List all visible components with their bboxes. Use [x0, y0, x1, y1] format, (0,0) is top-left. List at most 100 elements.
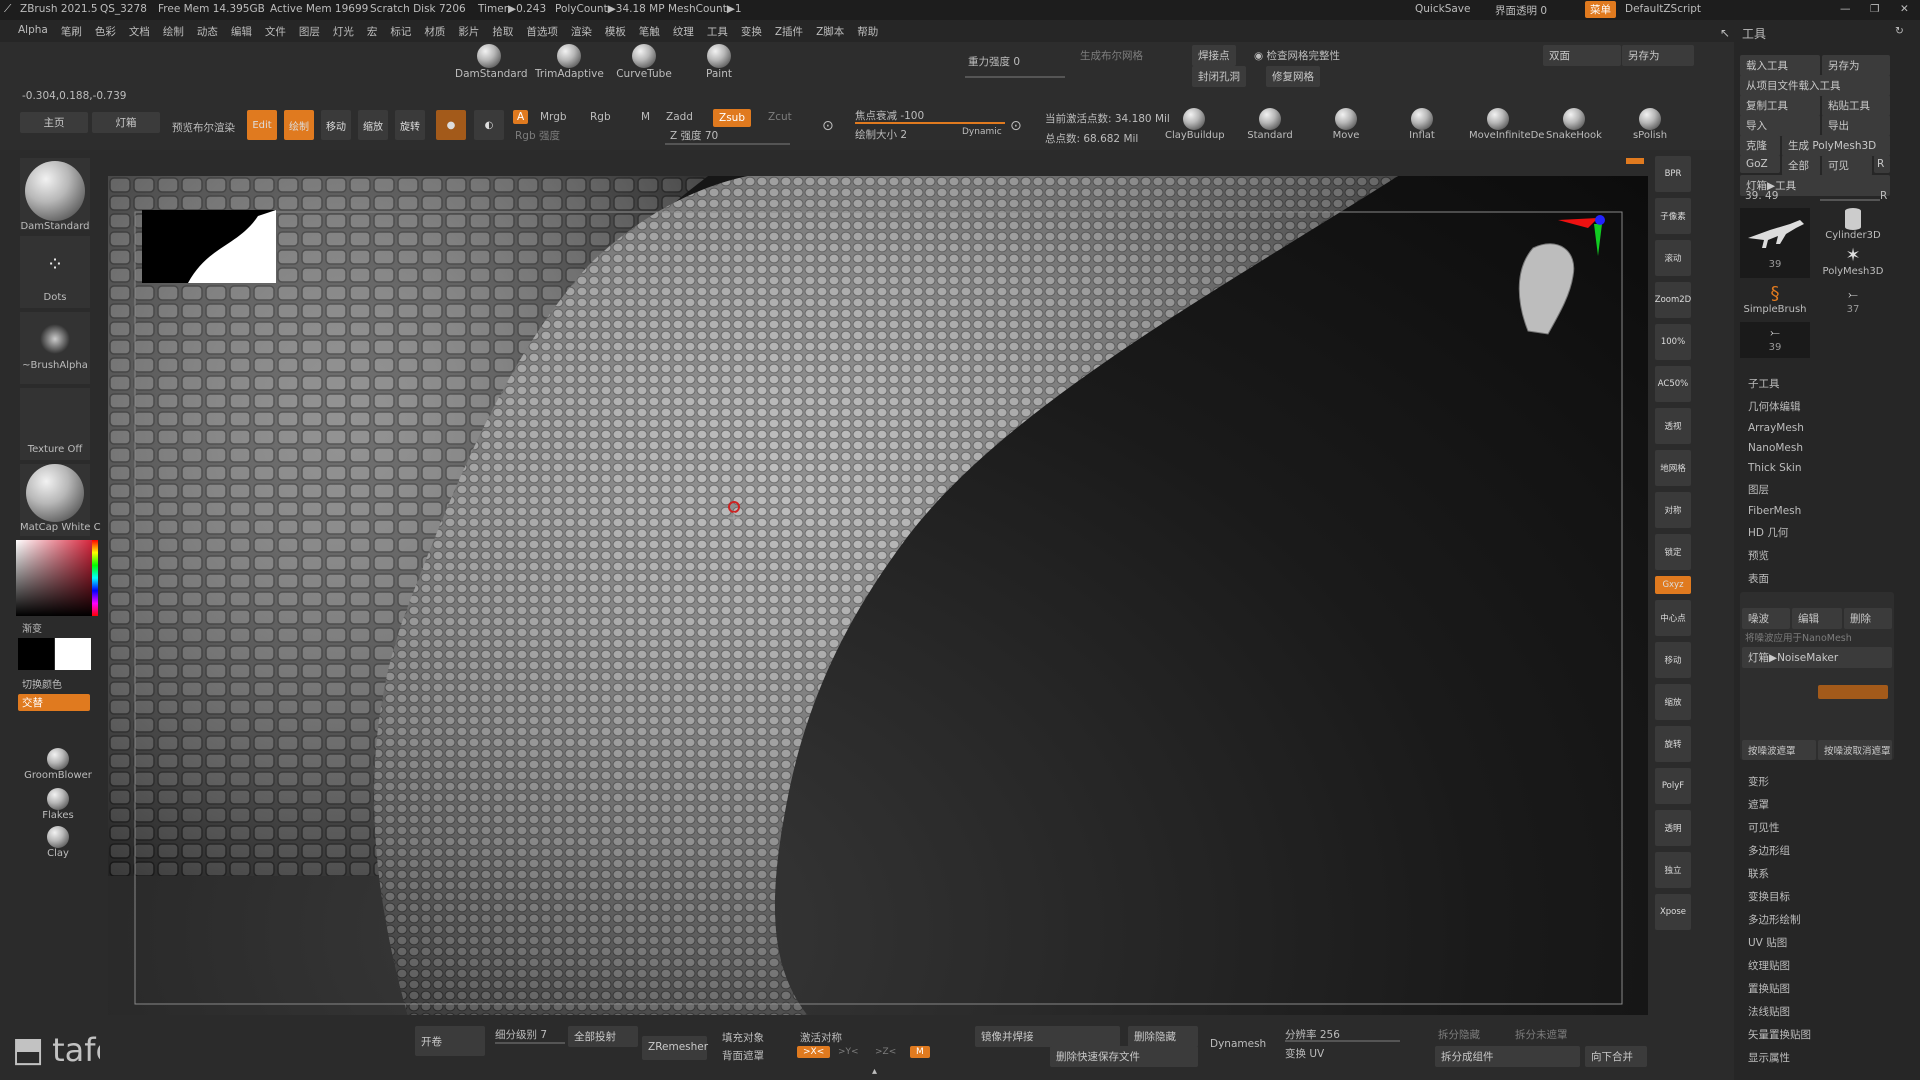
import-button[interactable]: 导入 — [1740, 115, 1820, 136]
top-save-as-button[interactable]: 另存为 — [1622, 45, 1694, 66]
uv-switch-button[interactable]: 变换 UV — [1285, 1046, 1324, 1061]
tool-section-header[interactable]: ArrayMesh — [1748, 422, 1804, 434]
shelf-button[interactable]: 地网格 — [1655, 450, 1691, 486]
menu-item[interactable]: 文档 — [129, 24, 150, 39]
symmetry-m-toggle[interactable]: M — [910, 1046, 930, 1058]
edit-mode-button[interactable]: Edit — [247, 110, 277, 140]
rgb-toggle[interactable]: Rgb — [590, 111, 611, 123]
shelf-button[interactable]: 滚动 — [1655, 240, 1691, 276]
double-sided-button[interactable]: 双面 — [1543, 45, 1621, 66]
tool-section-header[interactable]: FiberMesh — [1748, 505, 1804, 517]
draw-mode-button[interactable]: 绘制 — [284, 110, 314, 140]
shelf-button[interactable]: 对称 — [1655, 492, 1691, 528]
shelf-button[interactable]: 透明 — [1655, 810, 1691, 846]
fill-object-button[interactable]: 填充对象 — [722, 1030, 764, 1045]
shelf-button[interactable]: 缩放 — [1655, 684, 1691, 720]
tool-thumb-simplebrush[interactable]: § SimpleBrush — [1740, 284, 1810, 320]
tool-slider-track[interactable] — [1820, 199, 1880, 201]
symmetry-x-toggle[interactable]: >X< — [797, 1046, 831, 1058]
color-mode-icon[interactable]: ◐ — [474, 110, 504, 140]
menu-item[interactable]: 宏 — [367, 24, 378, 39]
shelf-button[interactable]: 独立 — [1655, 852, 1691, 888]
sdiv-track[interactable] — [495, 1042, 565, 1044]
rgb-intensity-slider[interactable]: Rgb 强度 — [515, 128, 560, 143]
menu-item[interactable]: 拾取 — [492, 24, 513, 39]
bpr-preview-button[interactable]: 预览布尔渲染 — [172, 120, 235, 135]
noise-edit-button[interactable]: 编辑 — [1792, 608, 1842, 629]
zadd-toggle[interactable]: Zadd — [666, 111, 693, 123]
tool-section-header[interactable]: 预览 — [1748, 548, 1804, 563]
tool-section-header[interactable]: 多边形绘制 — [1748, 912, 1811, 927]
menu-item[interactable]: 影片 — [458, 24, 479, 39]
tool-section-header[interactable]: NanoMesh — [1748, 442, 1804, 454]
tool-thumb-polymesh[interactable]: ✶ PolyMesh3D — [1815, 246, 1891, 282]
menu-item[interactable]: 纹理 — [673, 24, 694, 39]
tool-section-header[interactable]: 变形 — [1748, 774, 1811, 789]
menu-item[interactable]: 标记 — [390, 24, 411, 39]
z-intensity-track[interactable] — [665, 143, 790, 145]
menu-item[interactable]: Alpha — [18, 24, 48, 39]
shelf-button[interactable]: PolyF — [1655, 768, 1691, 804]
lightbox-button[interactable]: 灯箱 — [92, 112, 160, 133]
brush-button[interactable]: SnakeHook — [1545, 108, 1603, 141]
shelf-button[interactable]: 透视 — [1655, 408, 1691, 444]
export-button[interactable]: 导出 — [1822, 115, 1890, 136]
shelf-button[interactable]: 锁定 — [1655, 534, 1691, 570]
damstandard-brush-button[interactable]: DamStandard — [455, 44, 528, 80]
shelf-button[interactable]: 移动 — [1655, 642, 1691, 678]
menu-item[interactable]: 编辑 — [231, 24, 252, 39]
secondary-color-swatch[interactable] — [18, 638, 54, 670]
draw-size-icon[interactable]: ⊙ — [1010, 118, 1022, 134]
quicksave-button[interactable]: QuickSave — [1415, 3, 1470, 15]
brush-button[interactable]: MoveInfiniteDe — [1469, 108, 1544, 141]
goz-all-button[interactable]: 全部 — [1782, 155, 1820, 176]
shelf-button[interactable]: 旋转 — [1655, 726, 1691, 762]
curvetube-brush-button[interactable]: CurveTube — [610, 44, 678, 80]
menu-item[interactable]: 图层 — [299, 24, 320, 39]
focal-shift-track[interactable] — [855, 122, 1005, 124]
project-all-button[interactable]: 全部投射 — [568, 1026, 638, 1047]
goz-r-button[interactable]: R — [1874, 155, 1890, 173]
shelf-button[interactable]: BPR — [1655, 156, 1691, 192]
tool-thumb-cylinder[interactable]: Cylinder3D — [1815, 208, 1891, 244]
gravity-slider-track[interactable] — [965, 76, 1065, 78]
ui-transparency-slider[interactable]: 界面透明 0 — [1495, 3, 1547, 18]
tool-section-header[interactable]: 几何体编辑 — [1748, 399, 1804, 414]
noise-delete-button[interactable]: 删除 — [1844, 608, 1892, 629]
goz-visible-button[interactable]: 可见 — [1822, 155, 1872, 176]
z-intensity-slider[interactable]: Z 强度 70 — [670, 128, 718, 143]
m-toggle[interactable]: M — [641, 111, 650, 123]
menu-item[interactable]: 模板 — [605, 24, 626, 39]
hue-slider[interactable] — [92, 540, 98, 616]
switch-color-button[interactable]: 切换颜色 — [22, 676, 62, 691]
activate-symmetry-button[interactable]: 激活对称 — [800, 1030, 842, 1045]
menu-item[interactable]: 首选项 — [526, 24, 558, 39]
brush-button[interactable]: ClayBuildup — [1165, 108, 1225, 141]
texture-picker[interactable]: Texture Off — [20, 388, 90, 460]
make-polymesh-button[interactable]: 生成 PolyMesh3D — [1782, 135, 1890, 156]
tool-section-header[interactable]: 法线贴图 — [1748, 1004, 1811, 1019]
check-mesh-toggle[interactable]: ◉ 检查网格完整性 — [1254, 48, 1340, 63]
shelf-button[interactable]: Xpose — [1655, 894, 1691, 930]
menu-item[interactable]: 灯光 — [333, 24, 354, 39]
fix-mesh-button[interactable]: 修复网格 — [1266, 66, 1320, 87]
a-toggle[interactable]: A — [513, 110, 529, 124]
delete-quicksave-button[interactable]: 删除快速保存文件 — [1050, 1046, 1198, 1067]
primary-color-swatch[interactable] — [55, 638, 91, 670]
rotate-mode-button[interactable]: 旋转 — [395, 110, 425, 140]
trimadaptive-brush-button[interactable]: TrimAdaptive — [535, 44, 604, 80]
delete-hidden-button[interactable]: 删除隐藏 — [1128, 1026, 1198, 1047]
tool-section-header[interactable]: 显示属性 — [1748, 1050, 1811, 1065]
clay-brush[interactable]: Clay — [18, 826, 98, 859]
noise-button[interactable]: 噪波 — [1742, 608, 1790, 629]
tool-section-header[interactable]: 图层 — [1748, 482, 1804, 497]
menu-item[interactable]: 渲染 — [571, 24, 592, 39]
clone-button[interactable]: 克隆 — [1740, 135, 1780, 156]
gen-boolean-mesh-button[interactable]: 生成布尔网格 — [1080, 48, 1143, 63]
split-hidden-button[interactable]: 拆分隐藏 — [1438, 1027, 1480, 1042]
menu-item[interactable]: 色彩 — [95, 24, 116, 39]
rollout-button[interactable]: 开卷 — [415, 1026, 485, 1056]
tool-section-header[interactable]: 变换目标 — [1748, 889, 1811, 904]
mask-by-noise-button[interactable]: 按噪波遮罩 — [1742, 740, 1816, 760]
close-icon[interactable]: ✕ — [1900, 3, 1909, 15]
